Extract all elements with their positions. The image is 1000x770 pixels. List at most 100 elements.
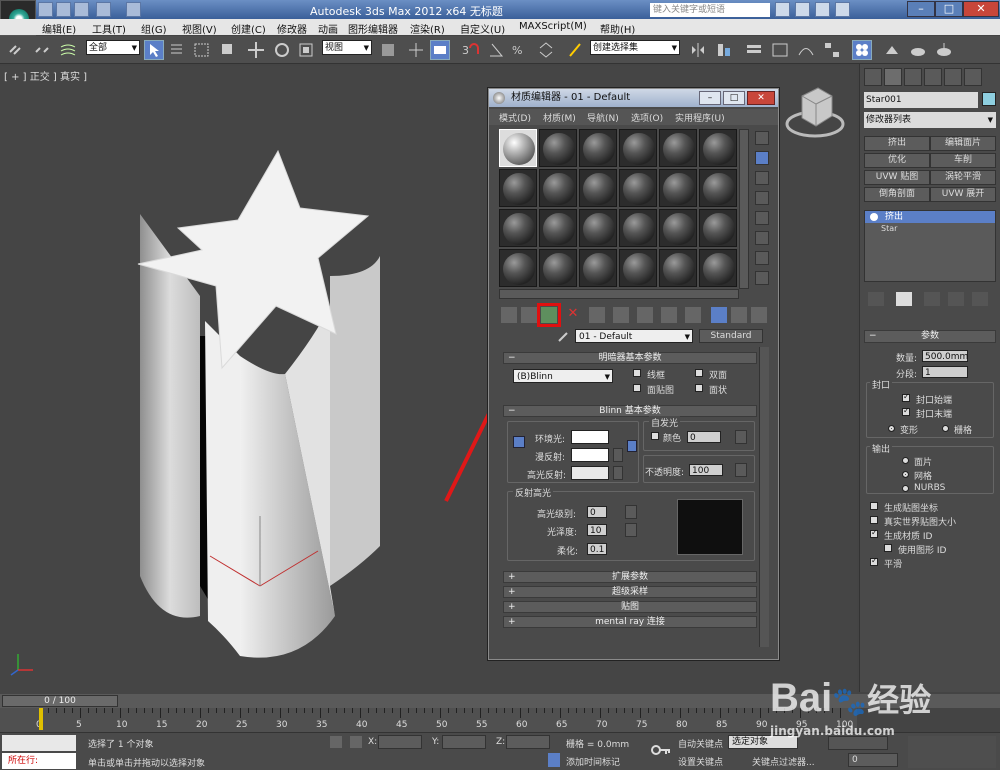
rollouts-scrollbar[interactable] (759, 347, 769, 647)
shader-params-rollout-header[interactable]: − 明暗器基本参数 (503, 352, 757, 364)
mated-menu-utilities[interactable]: 实用程序(U) (675, 111, 725, 124)
material-sample-slot[interactable] (659, 209, 697, 247)
mental-ray-rollout[interactable]: + mental ray 连接 (503, 616, 757, 628)
current-frame-marker[interactable] (39, 708, 43, 730)
modifier-optimize-button[interactable]: 优化 (864, 153, 930, 168)
backlight-icon[interactable] (755, 151, 769, 165)
material-sample-slot[interactable] (659, 169, 697, 207)
smooth-checkbox[interactable] (870, 556, 878, 566)
track-bar[interactable]: 0510152025303540455055606570758085909510… (0, 708, 857, 732)
make-preview-icon[interactable] (755, 231, 769, 245)
edit-named-selection-icon[interactable] (566, 40, 586, 60)
output-patch-radio[interactable] (902, 457, 909, 464)
viewcube-icon[interactable] (784, 84, 846, 142)
mated-menu-navigation[interactable]: 导航(N) (587, 111, 619, 124)
slots-vertical-scrollbar[interactable] (739, 129, 749, 289)
save-icon[interactable] (74, 2, 89, 17)
real-world-checkbox[interactable] (870, 516, 878, 524)
gen-mat-ids-checkbox[interactable] (870, 528, 878, 538)
maxscript-running-field[interactable]: 所在行: (2, 753, 76, 769)
put-to-library-icon[interactable] (637, 307, 653, 323)
object-color-swatch[interactable] (982, 92, 996, 106)
minimize-button[interactable]: – (907, 1, 935, 17)
modifier-unwrap-uvw-button[interactable]: UVW 展开 (930, 187, 996, 202)
get-material-icon[interactable] (501, 307, 517, 323)
params-rollout-header[interactable]: − 参数 (864, 330, 996, 343)
material-sample-slot[interactable] (499, 169, 537, 207)
material-sample-slot[interactable] (499, 209, 537, 247)
viewport-navigation-controls[interactable] (908, 736, 996, 768)
material-sample-slot[interactable] (699, 169, 737, 207)
go-to-parent-icon[interactable] (731, 307, 747, 323)
opacity-map-button[interactable] (735, 463, 747, 477)
star-extruded-object[interactable] (130, 146, 390, 666)
cap-start-checkbox[interactable] (902, 392, 910, 402)
material-sample-slot[interactable] (699, 209, 737, 247)
show-map-in-viewport-icon[interactable] (685, 307, 701, 323)
scale-icon[interactable] (296, 40, 316, 60)
set-key-button[interactable]: 设置关键点 (678, 755, 723, 768)
time-tag-icon[interactable] (548, 753, 560, 767)
rotate-icon[interactable] (272, 40, 292, 60)
new-file-icon[interactable] (38, 2, 53, 17)
menu-create[interactable]: 创建(C) (231, 21, 266, 36)
spinner-snap-icon[interactable] (536, 40, 556, 60)
menu-graph-editors[interactable]: 图形编辑器 (348, 21, 398, 36)
faceted-checkbox[interactable] (695, 384, 703, 392)
reset-map-icon[interactable]: ✕ (565, 307, 581, 323)
display-tab-icon[interactable] (944, 68, 962, 86)
lock-ambient-diffuse-icon[interactable] (513, 436, 525, 448)
menu-maxscript[interactable]: MAXScript(M) (519, 21, 587, 32)
diffuse-map-button[interactable] (613, 448, 623, 462)
angle-snap-icon[interactable] (486, 40, 506, 60)
material-sample-slot[interactable] (659, 129, 697, 167)
assign-material-to-selection-icon[interactable] (537, 303, 561, 327)
material-sample-slot[interactable] (699, 129, 737, 167)
amount-spinner[interactable]: 500.0mm (922, 350, 968, 362)
current-frame-field[interactable]: 0 (848, 753, 898, 767)
help-icon[interactable] (835, 2, 850, 17)
open-file-icon[interactable] (56, 2, 71, 17)
render-setup-icon[interactable] (882, 40, 902, 60)
bind-space-warp-icon[interactable] (58, 40, 78, 60)
hierarchy-tab-icon[interactable] (904, 68, 922, 86)
material-sample-slot[interactable] (539, 129, 577, 167)
show-end-result-stack-icon[interactable] (896, 292, 912, 306)
stack-item-extrude[interactable]: 挤出 (865, 211, 995, 223)
morph-radio[interactable] (888, 425, 895, 432)
rect-selection-icon[interactable] (192, 40, 212, 60)
wire-checkbox[interactable] (633, 369, 641, 377)
menu-modifiers[interactable]: 修改器 (277, 21, 307, 36)
maps-rollout[interactable]: + 贴图 (503, 601, 757, 613)
face-map-checkbox[interactable] (633, 384, 641, 392)
material-sample-slot[interactable] (499, 249, 537, 287)
glossiness-spinner[interactable]: 10 (587, 524, 607, 536)
self-illum-value-spinner[interactable]: 0 (687, 431, 721, 443)
modifier-list-dropdown[interactable]: 修改器列表 ▼ (864, 112, 996, 128)
material-name-dropdown[interactable]: 01 - Default (575, 329, 693, 344)
mated-menu-options[interactable]: 选项(O) (631, 111, 663, 124)
modifier-uvw-map-button[interactable]: UVW 贴图 (864, 170, 930, 185)
modify-tab-icon[interactable] (884, 68, 902, 86)
search-icon[interactable] (775, 2, 790, 17)
soften-spinner[interactable]: 0.1 (587, 543, 607, 555)
material-sample-slot[interactable] (539, 209, 577, 247)
select-manipulate-icon[interactable] (406, 40, 426, 60)
pin-stack-icon[interactable] (868, 292, 884, 306)
curve-editor-icon[interactable] (796, 40, 816, 60)
modifier-bulb-icon[interactable] (870, 213, 878, 221)
video-color-check-icon[interactable] (755, 211, 769, 225)
material-sample-slot[interactable] (579, 209, 617, 247)
lock-diffuse-specular-icon[interactable] (627, 440, 637, 452)
blinn-params-rollout-header[interactable]: − Blinn 基本参数 (503, 405, 757, 417)
menu-tools[interactable]: 工具(T) (92, 21, 126, 36)
segments-spinner[interactable]: 1 (922, 366, 968, 378)
gen-mapping-checkbox[interactable] (870, 502, 878, 510)
material-sample-slot[interactable] (539, 249, 577, 287)
two-sided-checkbox[interactable] (695, 369, 703, 377)
shader-type-dropdown[interactable]: (B)Blinn ▼ (513, 369, 613, 383)
pick-material-eyedropper-icon[interactable] (557, 329, 571, 343)
layer-manager-icon[interactable] (744, 40, 764, 60)
create-tab-icon[interactable] (864, 68, 882, 86)
material-editor-icon[interactable] (852, 40, 872, 60)
